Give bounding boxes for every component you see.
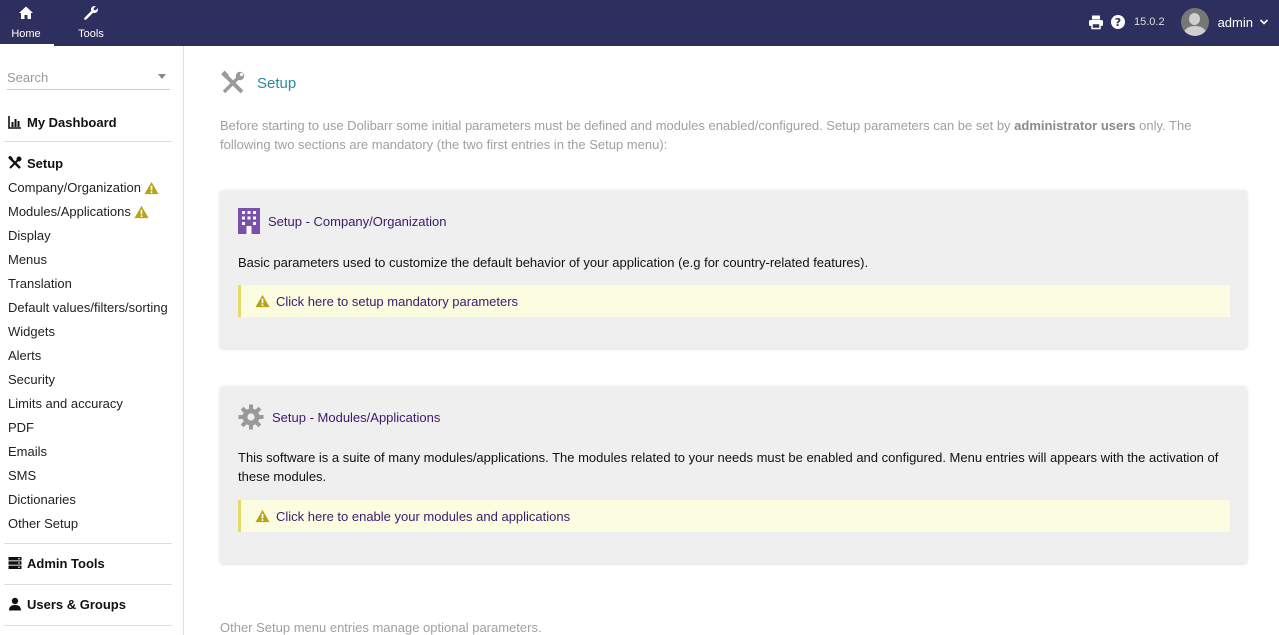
nav-tools[interactable]: Tools [60, 0, 122, 46]
gear-icon [238, 404, 264, 430]
menu-item-alerts[interactable]: Alerts [4, 344, 172, 368]
menu-item-emails-label: Emails [8, 444, 48, 459]
menu-item-limits[interactable]: Limits and accuracy [4, 392, 172, 416]
menu-section-admin-tools: Admin Tools [4, 553, 172, 573]
menu-item-company-label: Company/Organization [8, 180, 141, 195]
menu-item-dictionaries-label: Dictionaries [8, 492, 76, 507]
menu-divider [4, 543, 172, 544]
page-title: Setup [257, 74, 297, 92]
chart-icon [8, 116, 21, 129]
menu-setup-label: Setup [27, 155, 64, 171]
nav-home-label: Home [11, 28, 41, 40]
menu-item-other-setup-label: Other Setup [8, 516, 79, 531]
tools-icon [221, 70, 245, 94]
menu-my-dashboard[interactable]: My Dashboard [4, 112, 172, 132]
building-icon [238, 208, 260, 234]
menu-item-emails[interactable]: Emails [4, 440, 172, 464]
home-icon [19, 6, 33, 19]
menu-item-company[interactable]: Company/Organization [4, 176, 172, 200]
menu-item-translation-label: Translation [8, 276, 72, 291]
menu-divider [4, 625, 172, 626]
intro-text-part1: Before starting to use Dolibarr some ini… [220, 118, 1015, 133]
menu-item-widgets-label: Widgets [8, 324, 55, 339]
intro-text: Before starting to use Dolibarr some ini… [220, 116, 1220, 154]
menu-item-default-values-label: Default values/filters/sorting [8, 300, 168, 315]
menu-divider [4, 584, 172, 585]
menu-item-security[interactable]: Security [4, 368, 172, 392]
top-right-tools: ? 15.0.2 admin [1088, 8, 1269, 36]
card-company-text: Basic parameters used to customize the d… [238, 255, 869, 270]
user-icon [9, 597, 21, 611]
search-box[interactable] [7, 66, 170, 90]
search-input[interactable] [7, 66, 147, 88]
menu-users-groups[interactable]: Users & Groups [4, 594, 172, 614]
menu-my-dashboard-label: My Dashboard [27, 114, 117, 130]
left-menu: My Dashboard Setup Company/Organization … [0, 46, 184, 635]
menu-item-widgets[interactable]: Widgets [4, 320, 172, 344]
card-company-title[interactable]: Setup - Company/Organization [268, 214, 446, 229]
menu-users-groups-label: Users & Groups [27, 596, 126, 612]
warning-icon [134, 205, 149, 219]
menu-setup[interactable]: Setup [4, 153, 172, 173]
card-company-setup: Setup - Company/Organization Basic param… [220, 190, 1247, 348]
warning-icon [144, 181, 159, 195]
menu-item-sms-label: SMS [8, 468, 37, 483]
menu-item-limits-label: Limits and accuracy [8, 396, 123, 411]
menu-admin-tools-label: Admin Tools [27, 555, 105, 571]
menu-item-display[interactable]: Display [4, 224, 172, 248]
page-header: Setup [220, 70, 296, 96]
user-name[interactable]: admin [1218, 15, 1253, 30]
setup-mandatory-link[interactable]: Click here to setup mandatory parameters [238, 285, 1230, 317]
enable-modules-link-label[interactable]: Click here to enable your modules and ap… [276, 509, 570, 524]
enable-modules-link[interactable]: Click here to enable your modules and ap… [238, 500, 1230, 532]
menu-item-translation[interactable]: Translation [4, 272, 172, 296]
menu-item-alerts-label: Alerts [8, 348, 42, 363]
menu-item-menus-label: Menus [8, 252, 48, 267]
card-modules-header: Setup - Modules/Applications [238, 404, 440, 430]
card-modules-setup: Setup - Modules/Applications This softwa… [220, 386, 1247, 563]
svg-text:?: ? [1115, 16, 1121, 29]
nav-home[interactable]: Home [0, 0, 54, 46]
card-modules-text: This software is a suite of many modules… [238, 450, 1219, 484]
wrench-icon [84, 6, 98, 20]
intro-text-bold: administrator users [1014, 118, 1136, 133]
nav-tools-label: Tools [78, 28, 104, 40]
top-bar: Home Tools ? 15.0.2 admin [0, 0, 1279, 46]
warning-icon [255, 294, 270, 308]
menu-divider [4, 141, 172, 142]
menu-item-dictionaries[interactable]: Dictionaries [4, 488, 172, 512]
menu-item-menus[interactable]: Menus [4, 248, 172, 272]
menu-item-display-label: Display [8, 228, 51, 243]
menu-section-dashboard: My Dashboard [4, 112, 172, 132]
server-icon [8, 557, 22, 569]
card-company-header: Setup - Company/Organization [238, 208, 446, 234]
help-icon[interactable]: ? [1110, 14, 1126, 30]
footnote-text: Other Setup menu entries manage optional… [220, 620, 542, 635]
menu-item-modules-label: Modules/Applications [8, 204, 131, 219]
print-icon[interactable] [1088, 14, 1104, 30]
tools-icon [8, 156, 22, 169]
version-label: 15.0.2 [1133, 16, 1165, 28]
warning-icon [255, 509, 270, 523]
avatar[interactable] [1180, 8, 1209, 36]
menu-item-security-label: Security [8, 372, 55, 387]
menu-section-setup: Setup Company/Organization Modules/Appli… [4, 153, 172, 536]
card-modules-title[interactable]: Setup - Modules/Applications [272, 410, 440, 425]
menu-section-users-groups: Users & Groups [4, 594, 172, 614]
menu-item-modules[interactable]: Modules/Applications [4, 200, 172, 224]
menu-item-pdf-label: PDF [8, 420, 34, 435]
menu-item-default-values[interactable]: Default values/filters/sorting [4, 296, 172, 320]
menu-item-sms[interactable]: SMS [4, 464, 172, 488]
chevron-down-icon[interactable] [1259, 17, 1269, 27]
menu-item-other-setup[interactable]: Other Setup [4, 512, 172, 536]
menu-admin-tools[interactable]: Admin Tools [4, 553, 172, 573]
menu-item-pdf[interactable]: PDF [4, 416, 172, 440]
top-nav: Home Tools [0, 0, 122, 46]
setup-mandatory-link-label[interactable]: Click here to setup mandatory parameters [276, 294, 518, 309]
dropdown-arrow-icon[interactable] [158, 74, 166, 79]
